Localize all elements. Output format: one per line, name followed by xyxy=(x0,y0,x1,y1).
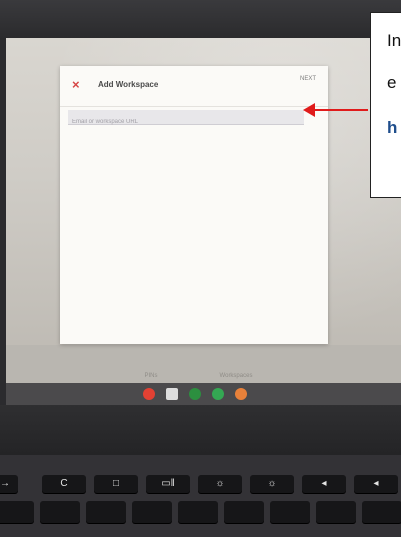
laptop-hinge xyxy=(0,405,401,455)
tab-pins[interactable]: PINs xyxy=(126,373,176,379)
callout-link[interactable]: h xyxy=(387,118,397,138)
key-row2-b[interactable] xyxy=(40,501,80,523)
key-row2-i[interactable] xyxy=(362,501,401,523)
keyboard: → C □ ▭‖ ☼ ☼ ◂ ◂ xyxy=(0,455,401,537)
key-row2-d[interactable] xyxy=(132,501,172,523)
key-brightness-down[interactable]: ☼ xyxy=(198,475,242,493)
next-button[interactable]: NEXT xyxy=(300,76,316,82)
dialog-header: × Add Workspace NEXT xyxy=(60,66,328,107)
close-icon[interactable]: × xyxy=(72,78,80,91)
play-store-icon[interactable] xyxy=(212,388,224,400)
workspace-url-input[interactable] xyxy=(68,115,304,129)
chrome-icon[interactable] xyxy=(143,388,155,400)
callout-line-1: In xyxy=(387,31,401,50)
key-row2-h[interactable] xyxy=(316,501,356,523)
tab-workspaces[interactable]: Workspaces xyxy=(211,373,261,379)
laptop-bezel xyxy=(0,0,401,40)
key-mute[interactable]: ◂ xyxy=(302,475,346,493)
chromeos-shelf xyxy=(6,383,401,405)
key-brightness-up[interactable]: ☼ xyxy=(250,475,294,493)
key-row2-e[interactable] xyxy=(178,501,218,523)
key-fullscreen[interactable]: □ xyxy=(94,475,138,493)
workspace-field[interactable] xyxy=(68,110,304,129)
add-workspace-dialog: × Add Workspace NEXT xyxy=(60,66,328,344)
key-forward[interactable]: → xyxy=(0,475,18,493)
instruction-callout: In e h xyxy=(370,12,401,198)
key-row2-g[interactable] xyxy=(270,501,310,523)
drive-icon[interactable] xyxy=(189,388,201,400)
key-row2-c[interactable] xyxy=(86,501,126,523)
key-refresh[interactable]: C xyxy=(42,475,86,493)
key-row2-a[interactable] xyxy=(0,501,34,523)
dialog-title: Add Workspace xyxy=(98,80,159,89)
app-icon[interactable] xyxy=(235,388,247,400)
callout-arrow-line xyxy=(312,109,368,111)
callout-line-2: e xyxy=(387,73,397,92)
key-overview[interactable]: ▭‖ xyxy=(146,475,190,493)
app-bottom-bar: PINs Workspaces xyxy=(6,345,401,383)
key-row2-f[interactable] xyxy=(224,501,264,523)
gmail-icon[interactable] xyxy=(166,388,178,400)
key-volume-down[interactable]: ◂ xyxy=(354,475,398,493)
callout-arrow-head xyxy=(303,103,315,117)
